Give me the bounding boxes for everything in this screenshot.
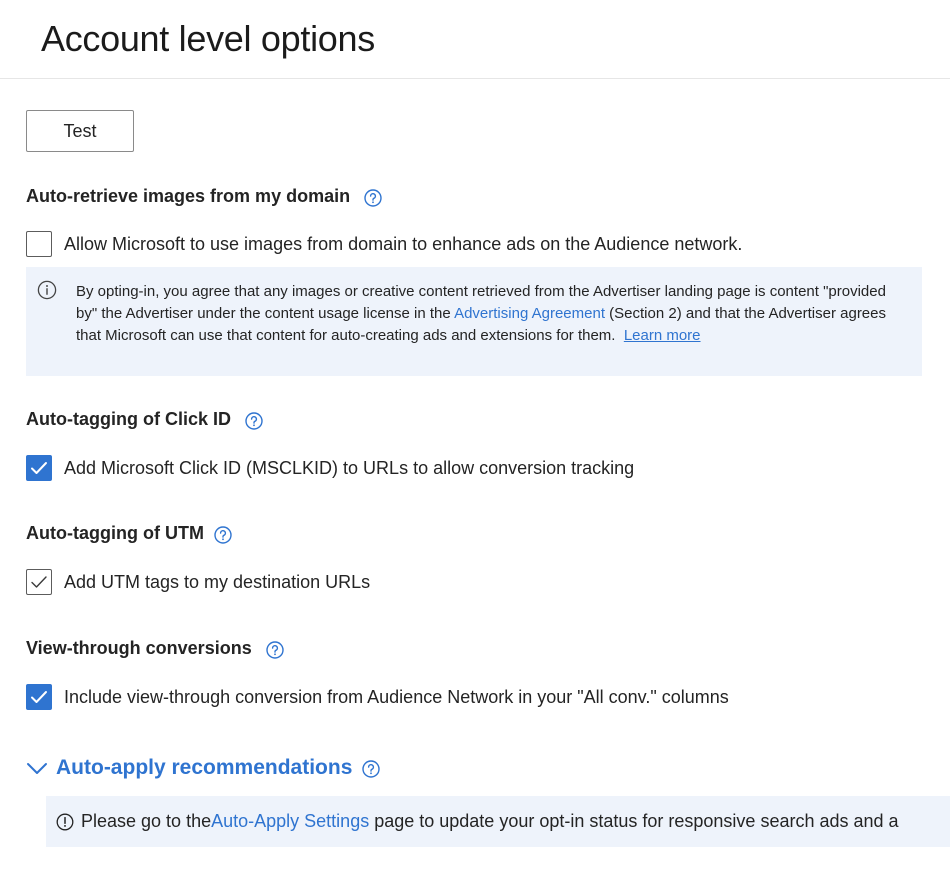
alert-circle-icon (56, 813, 74, 830)
test-button[interactable]: Test (26, 110, 134, 152)
auto-retrieve-images-checkbox[interactable] (26, 231, 52, 257)
help-circle-icon[interactable] (364, 188, 382, 207)
utm-option[interactable]: Add UTM tags to my destination URLs (26, 569, 370, 595)
help-circle-icon[interactable] (266, 640, 284, 659)
click-id-option[interactable]: Add Microsoft Click ID (MSCLKID) to URLs… (26, 455, 634, 481)
auto-apply-expander[interactable]: Auto-apply recommendations (26, 756, 381, 780)
section-title-utm: Auto-tagging of UTM (26, 523, 232, 544)
help-circle-icon[interactable] (214, 525, 232, 544)
notice-text-after-link: page to update your opt-in status for re… (369, 811, 899, 831)
section-title-click-id: Auto-tagging of Click ID (26, 409, 263, 430)
info-circle-icon (37, 280, 57, 300)
auto-apply-settings-link[interactable]: Auto-Apply Settings (211, 811, 369, 832)
section-title-text: Auto-tagging of UTM (26, 523, 204, 543)
view-through-option[interactable]: Include view-through conversion from Aud… (26, 684, 729, 710)
section-title-view-through: View-through conversions (26, 638, 284, 659)
notice-text-before-link: Please go to the (81, 811, 212, 831)
utm-checkbox[interactable] (26, 569, 52, 595)
checkmark-icon (31, 691, 47, 703)
auto-apply-title: Auto-apply recommendations (56, 756, 353, 779)
checkbox-label: Allow Microsoft to use images from domai… (64, 233, 743, 254)
chevron-down-icon (27, 763, 47, 774)
checkbox-label: Include view-through conversion from Aud… (64, 686, 729, 707)
section-title-auto-retrieve-images: Auto-retrieve images from my domain (26, 186, 382, 207)
notice-content: Please go to the Auto-Apply Settings pag… (56, 811, 899, 832)
auto-retrieve-images-option[interactable]: Allow Microsoft to use images from domai… (26, 231, 742, 257)
page-title: Account level options (41, 18, 375, 59)
auto-retrieve-images-info-box: By opting-in, you agree that any images … (26, 267, 922, 376)
section-title-text: Auto-tagging of Click ID (26, 409, 231, 429)
checkbox-label: Add UTM tags to my destination URLs (64, 571, 371, 592)
click-id-checkbox[interactable] (26, 455, 52, 481)
checkmark-icon (31, 462, 47, 474)
section-title-text: View-through conversions (26, 638, 252, 658)
checkbox-label: Add Microsoft Click ID (MSCLKID) to URLs… (64, 457, 635, 478)
page-header: Account level options (0, 0, 950, 79)
learn-more-link[interactable]: Learn more (624, 327, 701, 344)
help-circle-icon[interactable] (245, 411, 263, 430)
info-text: By opting-in, you agree that any images … (76, 281, 886, 347)
checkmark-icon (31, 576, 47, 588)
view-through-checkbox[interactable] (26, 684, 52, 710)
advertising-agreement-link[interactable]: Advertising Agreement (454, 305, 605, 322)
auto-apply-notice: Please go to the Auto-Apply Settings pag… (46, 796, 950, 847)
section-title-text: Auto-retrieve images from my domain (26, 186, 351, 206)
help-circle-icon[interactable] (362, 760, 381, 778)
